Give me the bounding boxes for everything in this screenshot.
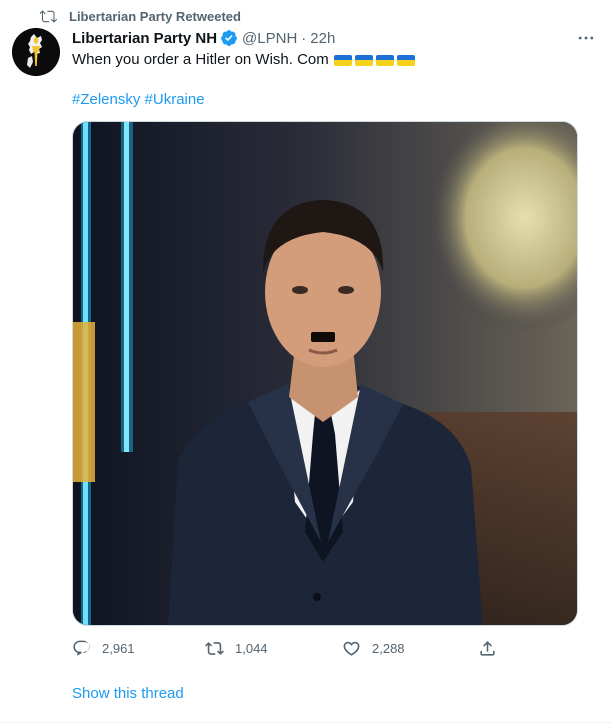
- torch-logo-avatar: [12, 28, 60, 76]
- author-handle[interactable]: @LPNH: [242, 30, 297, 47]
- more-dots-icon: [578, 36, 594, 40]
- reply-icon: [73, 640, 90, 656]
- show-thread-link[interactable]: Show this thread: [72, 685, 184, 702]
- ukraine-flag-emoji: [354, 54, 373, 66]
- retweet-button[interactable]: 1,044: [205, 636, 268, 660]
- ukraine-flag-emoji: [333, 54, 352, 66]
- ukraine-flag-emoji: [375, 54, 394, 66]
- tweet-timestamp[interactable]: 22h: [310, 30, 335, 47]
- reply-count: 2,961: [102, 640, 135, 656]
- retweet-label: Libertarian Party Retweeted: [69, 8, 241, 24]
- hashtag-zelensky[interactable]: #Zelensky: [72, 91, 140, 108]
- avatar[interactable]: [12, 28, 60, 76]
- like-count: 2,288: [372, 640, 405, 656]
- ukraine-flag-emoji: [396, 54, 415, 66]
- retweet-icon: [40, 10, 57, 22]
- author-display-name[interactable]: Libertarian Party NH: [72, 30, 217, 47]
- tweet-text: When you order a Hitler on Wish. Com: [72, 50, 600, 70]
- tweet[interactable]: Libertarian Party Retweeted Libertarian …: [0, 0, 611, 723]
- more-options-button[interactable]: [572, 26, 600, 50]
- photo-illustration: [73, 122, 577, 625]
- retweet-count: 1,044: [235, 640, 268, 656]
- hashtag-ukraine[interactable]: #Ukraine: [145, 91, 205, 108]
- retweet-icon: [205, 641, 224, 655]
- ukraine-flags: [333, 54, 415, 66]
- tweet-photo[interactable]: [72, 121, 578, 626]
- retweet-context[interactable]: Libertarian Party Retweeted: [40, 7, 241, 25]
- tweet-content: Libertarian Party NH @LPNH · 22h When yo…: [72, 28, 600, 110]
- like-button[interactable]: 2,288: [342, 636, 405, 660]
- separator-dot: ·: [301, 29, 307, 47]
- reply-button[interactable]: 2,961: [72, 636, 135, 660]
- share-icon: [480, 640, 495, 656]
- tweet-header: Libertarian Party NH @LPNH · 22h: [72, 28, 600, 48]
- hashtags: #Zelensky #Ukraine: [72, 90, 600, 110]
- verified-badge-icon: [221, 30, 237, 46]
- tweet-actions: 2,961 1,044 2,288: [72, 636, 502, 660]
- tweet-text-body: When you order a Hitler on Wish. Com: [72, 51, 329, 68]
- heart-icon: [343, 641, 360, 656]
- share-button[interactable]: [478, 636, 508, 660]
